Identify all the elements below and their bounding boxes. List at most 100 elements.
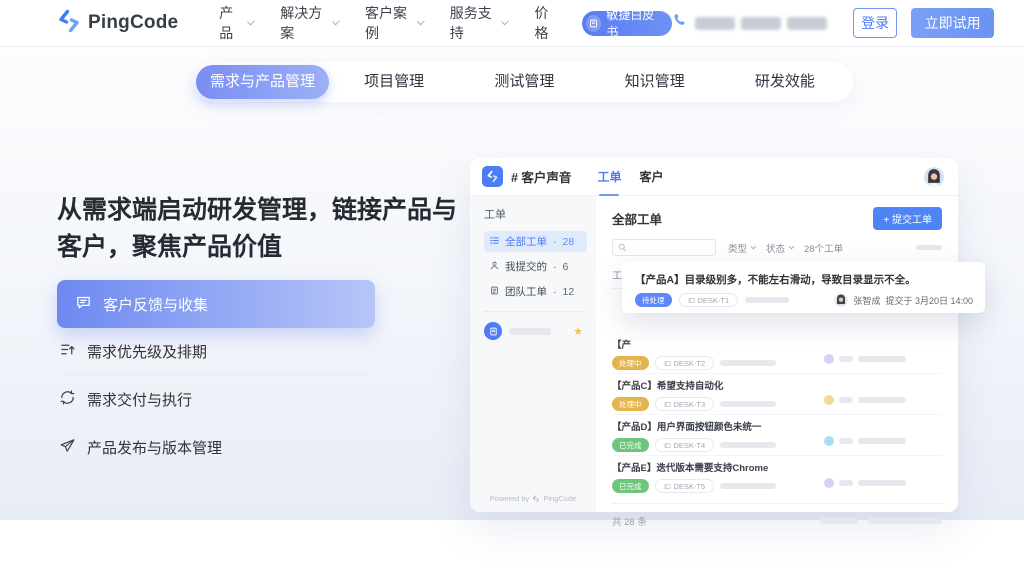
mockup-tab-tickets[interactable]: 工单: [597, 158, 621, 196]
phone-number-redacted: [672, 12, 827, 34]
chevron-down-icon: [417, 18, 425, 26]
pagination-placeholder[interactable]: [868, 518, 942, 524]
table-row[interactable]: 【产品E】迭代版本需要支持Chrome 已完成 DESK-T5: [612, 456, 942, 497]
sidebar-item-count: 28: [563, 236, 575, 248]
user-avatar[interactable]: [924, 167, 944, 187]
sidebar-item-my-submitted[interactable]: 我提交的 ·6: [484, 256, 587, 277]
ticket-id: DESK-T3: [674, 400, 706, 409]
ticket-id: DESK-T5: [674, 482, 706, 491]
tooltip-ticket-title: 【产品A】目录级别多，不能左右滑动，导致目录显示不全。: [635, 272, 973, 287]
brand-name: PingCode: [88, 12, 178, 34]
powered-by: Powered by PingCode: [470, 494, 596, 503]
table-row[interactable]: 【产品C】希望支持自动化 处理中 DESK-T3: [612, 374, 942, 415]
list-icon: [490, 236, 499, 248]
chevron-down-icon: [332, 18, 340, 26]
chevron-down-icon: [751, 243, 757, 249]
nav-item-support[interactable]: 服务支持: [436, 3, 521, 43]
status-badge: 处理中: [612, 356, 649, 370]
placeholder-bar: [720, 442, 776, 448]
sidebar-item-label: 全部工单: [505, 234, 547, 249]
whitepaper-badge[interactable]: 敏捷白皮书: [582, 11, 672, 36]
submitter-avatar: [834, 293, 848, 307]
feature-label: 需求交付与执行: [87, 389, 192, 410]
placeholder-bar: [839, 480, 853, 486]
person-icon: [490, 261, 499, 273]
nav-item-label: 价格: [535, 3, 559, 43]
assignee-dot: [824, 436, 834, 446]
team-doc-icon: [490, 286, 499, 298]
star-icon[interactable]: ★: [573, 325, 583, 338]
feature-label: 需求优先级及排期: [87, 341, 207, 362]
sync-icon: [59, 389, 76, 410]
submit-ticket-button[interactable]: + 提交工单: [873, 207, 942, 230]
filter-type[interactable]: 类型: [728, 241, 754, 255]
feature-label: 产品发布与版本管理: [87, 437, 222, 458]
filter-status[interactable]: 状态: [766, 241, 792, 255]
assignee-dot: [824, 354, 834, 364]
ticket-icon: [664, 360, 671, 367]
table-row[interactable]: 【产 处理中 DESK-T2: [612, 333, 942, 374]
placeholder-bar: [720, 360, 776, 366]
tab-testing[interactable]: 测试管理: [459, 65, 589, 99]
phone-digits-blur: [741, 17, 781, 30]
workspace-name: # 客户声音: [511, 167, 571, 186]
ticket-id: DESK-T1: [698, 296, 730, 305]
pingcode-app-icon: [482, 166, 503, 187]
main-nav: 产品 解决方案 客户案例 服务支持 价格: [205, 3, 572, 43]
book-icon: [586, 15, 601, 32]
table-row[interactable]: 【产品D】用户界面按钮颜色未统一 已完成 DESK-T4: [612, 415, 942, 456]
trial-button[interactable]: 立即试用: [911, 8, 994, 38]
placeholder-bar: [509, 328, 551, 335]
mockup-tab-customers[interactable]: 客户: [639, 158, 663, 196]
placeholder-bar: [720, 483, 776, 489]
assignee-dot: [824, 478, 834, 488]
feature-item-release[interactable]: 产品发布与版本管理: [57, 424, 375, 472]
login-button[interactable]: 登录: [853, 8, 897, 38]
nav-item-pricing[interactable]: 价格: [521, 3, 573, 43]
ticket-id-pill: DESK-T1: [679, 293, 739, 307]
feature-label: 客户反馈与收集: [103, 294, 208, 315]
submit-time: 提交于 3月20日 14:00: [885, 294, 973, 307]
ticket-id-pill: DESK-T5: [655, 479, 715, 493]
sidebar-doc-shortcut[interactable]: ★: [484, 322, 587, 340]
panel-title: 全部工单: [612, 209, 662, 228]
hero-section: 需求与产品管理 项目管理 测试管理 知识管理 研发效能 从需求端启动研发管理，链…: [0, 47, 1024, 520]
ticket-title: 【产品E】迭代版本需要支持Chrome: [612, 460, 776, 474]
ticket-icon: [688, 297, 695, 304]
feature-item-feedback[interactable]: 客户反馈与收集: [57, 280, 375, 328]
powered-by-label: Powered by: [490, 494, 530, 503]
nav-item-solutions[interactable]: 解决方案: [266, 3, 351, 43]
powered-by-brand: PingCode: [543, 494, 576, 503]
placeholder-bar: [839, 356, 853, 362]
submitter-name: 张智成: [853, 294, 880, 307]
priority-list-icon: [59, 341, 76, 362]
sidebar-divider: [484, 311, 585, 312]
ticket-table: 【产 处理中 DESK-T2: [612, 333, 942, 497]
search-input[interactable]: [612, 239, 716, 256]
ticket-title: 【产品D】用户界面按钮颜色未统一: [612, 419, 776, 433]
total-count: 共 28 条: [612, 514, 647, 528]
tab-efficiency[interactable]: 研发效能: [720, 65, 850, 99]
tab-project[interactable]: 项目管理: [329, 65, 459, 99]
placeholder-bar: [858, 480, 906, 486]
placeholder-bar: [839, 397, 853, 403]
phone-icon: [672, 12, 689, 34]
sidebar-item-team-tickets[interactable]: 团队工单 ·12: [484, 281, 587, 302]
ticket-detail-tooltip: 【产品A】目录级别多，不能左右滑动，导致目录显示不全。 待处理 DESK-T1 …: [622, 262, 985, 313]
mockup-main-panel: 全部工单 + 提交工单 类型 状态 28个工单: [596, 196, 958, 512]
sidebar-item-all-tickets[interactable]: 全部工单 ·28: [484, 231, 587, 252]
feature-item-priority[interactable]: 需求优先级及排期: [57, 328, 375, 376]
ticket-icon: [664, 483, 671, 490]
tab-knowledge[interactable]: 知识管理: [590, 65, 720, 99]
paper-plane-icon: [59, 437, 76, 458]
feature-item-delivery[interactable]: 需求交付与执行: [57, 376, 375, 424]
sidebar-item-label: 我提交的: [505, 259, 547, 274]
pagination-placeholder[interactable]: [820, 518, 858, 524]
nav-item-cases[interactable]: 客户案例: [351, 3, 436, 43]
pingcode-logo[interactable]: PingCode: [57, 9, 178, 38]
nav-item-products[interactable]: 产品: [205, 3, 266, 43]
ticket-id-pill: DESK-T3: [655, 397, 715, 411]
status-badge: 已完成: [612, 438, 649, 452]
placeholder-bar: [858, 356, 906, 362]
tab-requirements-product[interactable]: 需求与产品管理: [196, 65, 329, 99]
